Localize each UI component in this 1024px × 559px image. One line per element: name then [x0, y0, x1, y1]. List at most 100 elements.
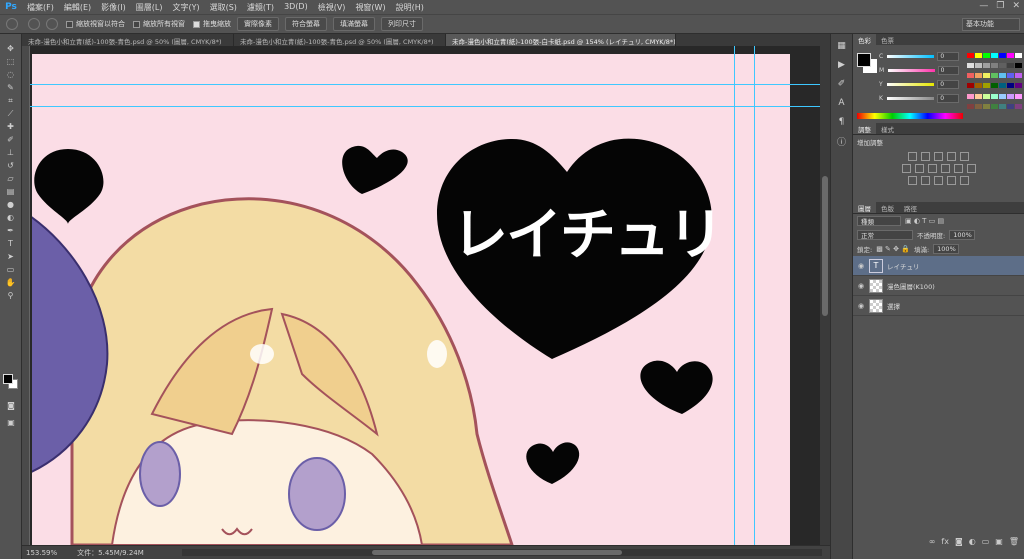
scrollbar-thumb[interactable]: [822, 176, 828, 316]
actual-pixels-button[interactable]: 實際像素: [237, 17, 279, 31]
color-swatch[interactable]: [1007, 63, 1014, 69]
brush-tool-icon[interactable]: ✐: [3, 133, 19, 146]
adjustment-layer-icon[interactable]: ◐: [969, 537, 976, 551]
gradient-tool-icon[interactable]: ▤: [3, 185, 19, 198]
pen-tool-icon[interactable]: ✒: [3, 224, 19, 237]
scrubby-zoom-checkbox[interactable]: 拖曳縮放: [193, 19, 231, 29]
menu-item[interactable]: 選取(S): [205, 2, 242, 13]
guide-horizontal[interactable]: [22, 84, 830, 85]
fill-screen-button[interactable]: 填滿螢幕: [333, 17, 375, 31]
menu-item[interactable]: 濾鏡(T): [242, 2, 279, 13]
color-swatch[interactable]: [1007, 83, 1014, 89]
path-select-tool-icon[interactable]: ➤: [3, 250, 19, 263]
color-swatch[interactable]: [999, 63, 1006, 69]
lasso-tool-icon[interactable]: ◌: [3, 68, 19, 81]
slider-track[interactable]: [888, 68, 935, 72]
vibrance-icon[interactable]: [960, 152, 969, 161]
color-swatch[interactable]: [983, 53, 990, 58]
color-swatch[interactable]: [991, 93, 998, 99]
color-lookup-icon[interactable]: [966, 164, 976, 173]
filter-icons[interactable]: ▣ ◐ T ▭ ▤: [905, 217, 944, 225]
slider-value[interactable]: 0: [937, 79, 959, 89]
crop-tool-icon[interactable]: ⌗: [3, 94, 19, 107]
tab-layers[interactable]: 圖層: [853, 202, 876, 213]
type-tool-icon[interactable]: T: [3, 237, 19, 250]
zoom-level[interactable]: 153.59%: [26, 549, 57, 557]
foreground-color-swatch[interactable]: [3, 374, 13, 384]
scrollbar-thumb[interactable]: [372, 550, 622, 555]
color-swatch[interactable]: [999, 73, 1006, 79]
color-swatch[interactable]: [999, 103, 1006, 109]
slider-value[interactable]: 0: [937, 93, 959, 103]
slider-track[interactable]: [887, 54, 935, 58]
color-swatch[interactable]: [991, 103, 998, 109]
color-swatch[interactable]: [983, 63, 990, 69]
vertical-scrollbar[interactable]: [820, 46, 830, 545]
color-swatch[interactable]: [983, 93, 990, 99]
color-swatch[interactable]: [991, 63, 998, 69]
menu-item[interactable]: 3D(D): [279, 2, 313, 13]
color-swatch[interactable]: [1007, 103, 1014, 109]
color-swatch[interactable]: [999, 93, 1006, 99]
threshold-icon[interactable]: [934, 176, 943, 185]
new-layer-icon[interactable]: ▣: [995, 537, 1003, 551]
horizontal-scrollbar[interactable]: [182, 549, 822, 556]
paragraph-icon[interactable]: ¶: [835, 115, 849, 129]
restore-icon[interactable]: ❐: [996, 1, 1004, 11]
fill-input[interactable]: 100%: [933, 244, 960, 254]
print-size-button[interactable]: 列印尺寸: [381, 17, 423, 31]
visibility-eye-icon[interactable]: ◉: [853, 302, 869, 310]
color-swatch[interactable]: [1015, 93, 1022, 99]
color-swatch[interactable]: [999, 53, 1006, 58]
color-swatch[interactable]: [1015, 83, 1022, 89]
guide-horizontal[interactable]: [22, 106, 830, 107]
tab-styles[interactable]: 樣式: [876, 123, 899, 134]
color-swatch[interactable]: [967, 93, 974, 99]
zoom-tool-icon[interactable]: [6, 18, 18, 30]
document-tab[interactable]: 未命-漫色小和立青(紙)-100張-青色.psd @ 50% (圖層, CMYK…: [234, 34, 446, 46]
color-spectrum[interactable]: [857, 113, 963, 119]
tab-paths[interactable]: 路徑: [899, 202, 922, 213]
fit-screen-button[interactable]: 符合螢幕: [285, 17, 327, 31]
color-swatch[interactable]: [975, 103, 982, 109]
marquee-tool-icon[interactable]: ⬚: [3, 55, 19, 68]
color-swatch[interactable]: [1015, 63, 1022, 69]
color-swatch[interactable]: [967, 103, 974, 109]
slider-value[interactable]: 0: [937, 65, 959, 75]
tab-channels[interactable]: 色版: [876, 202, 899, 213]
menu-item[interactable]: 視窗(W): [350, 2, 390, 13]
black-white-icon[interactable]: [927, 164, 937, 173]
actions-icon[interactable]: ▶: [835, 58, 849, 72]
menu-item[interactable]: 影像(I): [96, 2, 131, 13]
color-swatch[interactable]: [1007, 93, 1014, 99]
character-icon[interactable]: A: [835, 96, 849, 110]
menu-item[interactable]: 文字(Y): [167, 2, 204, 13]
document-tab[interactable]: 未命-漫色小和立青(紙)-100張-青色.psd @ 50% (圖層, CMYK…: [22, 34, 234, 46]
selective-color-icon[interactable]: [960, 176, 969, 185]
blur-tool-icon[interactable]: ●: [3, 198, 19, 211]
levels-icon[interactable]: [921, 152, 930, 161]
stamp-tool-icon[interactable]: ⊥: [3, 146, 19, 159]
menu-item[interactable]: 說明(H): [391, 2, 429, 13]
color-swatch[interactable]: [975, 73, 982, 79]
guide-vertical[interactable]: [754, 46, 755, 545]
lock-icons[interactable]: ▩ ✎ ✥ 🔒: [876, 245, 910, 253]
color-swatch[interactable]: [991, 83, 998, 89]
screen-mode-icon[interactable]: ▣: [3, 416, 19, 429]
brush-presets-icon[interactable]: ✐: [835, 77, 849, 91]
guide-vertical[interactable]: [734, 46, 735, 545]
menu-item[interactable]: 編輯(E): [59, 2, 96, 13]
eraser-tool-icon[interactable]: ▱: [3, 172, 19, 185]
menu-item[interactable]: 檔案(F): [22, 2, 59, 13]
channel-mixer-icon[interactable]: [953, 164, 963, 173]
menu-item[interactable]: 圖層(L): [131, 2, 168, 13]
color-swatch[interactable]: [999, 83, 1006, 89]
group-icon[interactable]: ▭: [982, 537, 990, 551]
eyedropper-tool-icon[interactable]: ⟋: [3, 107, 19, 120]
tab-adjustments[interactable]: 調整: [853, 123, 876, 134]
color-swatch[interactable]: [975, 93, 982, 99]
slider-value[interactable]: 0: [937, 51, 959, 61]
color-swatch[interactable]: [967, 53, 974, 58]
resize-windows-checkbox[interactable]: 縮放視窗以符合: [66, 19, 125, 29]
invert-icon[interactable]: [908, 176, 917, 185]
